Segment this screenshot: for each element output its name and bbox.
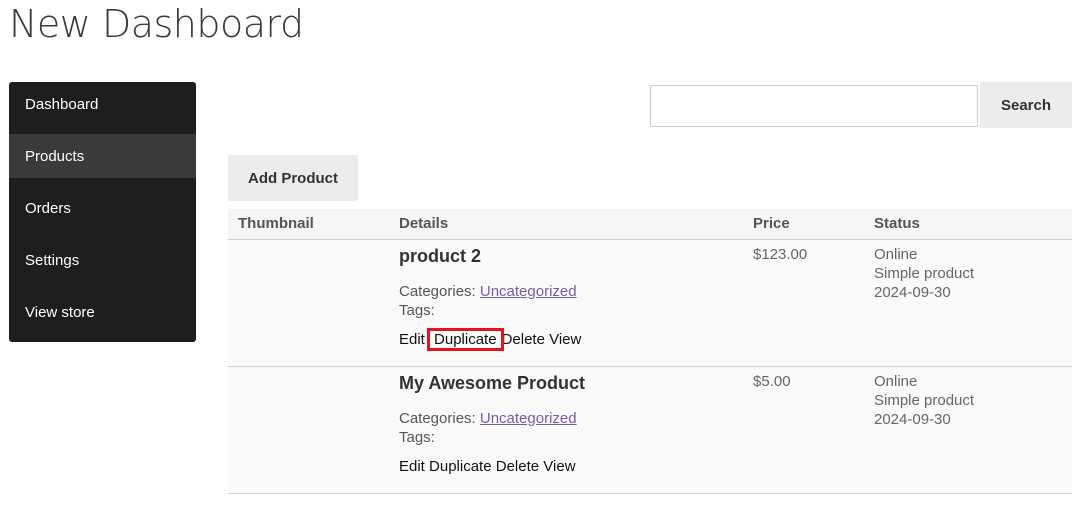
categories-label: Categories: (399, 282, 480, 300)
tags-line: Tags: (399, 428, 435, 446)
column-header-price: Price (743, 209, 864, 240)
status-cell: Online Simple product 2024-09-30 (864, 239, 1072, 366)
sidebar-item-view-store[interactable]: View store (9, 290, 196, 334)
category-link[interactable]: Uncategorized (480, 410, 577, 427)
delete-link[interactable]: Delete (502, 331, 545, 348)
product-name[interactable]: My Awesome Product (399, 373, 733, 394)
details-cell: My Awesome Product Categories: Uncategor… (389, 366, 743, 493)
search-button[interactable]: Search (980, 82, 1072, 128)
product-date: 2024-09-30 (874, 283, 951, 301)
sidebar-nav: Dashboard Products Orders Settings View … (9, 82, 196, 342)
duplicate-link[interactable]: Duplicate (429, 458, 492, 475)
categories-line: Categories: Uncategorized (399, 410, 733, 427)
categories-line: Categories: Uncategorized (399, 283, 733, 300)
duplicate-link[interactable]: Duplicate (427, 327, 504, 351)
price-cell: $5.00 (743, 366, 864, 493)
price-value: $5.00 (753, 372, 791, 390)
view-link[interactable]: View (543, 458, 575, 475)
add-product-button[interactable]: Add Product (228, 155, 358, 201)
status-value: Online (874, 372, 918, 390)
edit-link[interactable]: Edit (399, 331, 425, 348)
sidebar-item-label: Settings (25, 251, 80, 269)
search-input[interactable] (650, 85, 978, 127)
column-header-status: Status (864, 209, 1072, 240)
status-cell: Online Simple product 2024-09-30 (864, 366, 1072, 493)
row-actions: Edit Duplicate Delete View (399, 327, 733, 351)
sidebar-item-products[interactable]: Products (9, 134, 196, 178)
row-actions: Edit Duplicate Delete View (399, 458, 733, 475)
sidebar-item-orders[interactable]: Orders (9, 186, 196, 230)
table-row: My Awesome Product Categories: Uncategor… (228, 366, 1072, 493)
column-header-thumbnail: Thumbnail (228, 209, 389, 240)
sidebar-item-settings[interactable]: Settings (9, 238, 196, 282)
product-date: 2024-09-30 (874, 410, 951, 428)
categories-label: Categories: (399, 409, 480, 427)
thumbnail-cell (228, 239, 389, 366)
column-header-details: Details (389, 209, 743, 240)
products-table: Thumbnail Details Price Status product 2… (228, 209, 1072, 494)
product-type: Simple product (874, 264, 975, 282)
price-cell: $123.00 (743, 239, 864, 366)
details-cell: product 2 Categories: Uncategorized Tags… (389, 239, 743, 366)
status-value: Online (874, 245, 918, 263)
tags-line: Tags: (399, 301, 435, 319)
sidebar-item-dashboard[interactable]: Dashboard (9, 82, 196, 126)
view-link[interactable]: View (549, 331, 581, 348)
table-row: product 2 Categories: Uncategorized Tags… (228, 239, 1072, 366)
table-header-row: Thumbnail Details Price Status (228, 209, 1072, 240)
sidebar-item-label: View store (25, 303, 95, 321)
sidebar-item-label: Orders (25, 199, 71, 217)
price-value: $123.00 (753, 245, 808, 263)
category-link[interactable]: Uncategorized (480, 283, 577, 300)
product-name[interactable]: product 2 (399, 246, 733, 267)
product-type: Simple product (874, 391, 975, 409)
page-title: New Dashboard (9, 2, 304, 46)
edit-link[interactable]: Edit (399, 458, 425, 475)
delete-link[interactable]: Delete (496, 458, 539, 475)
sidebar-item-label: Dashboard (25, 95, 99, 113)
sidebar-item-label: Products (25, 147, 85, 165)
thumbnail-cell (228, 366, 389, 493)
